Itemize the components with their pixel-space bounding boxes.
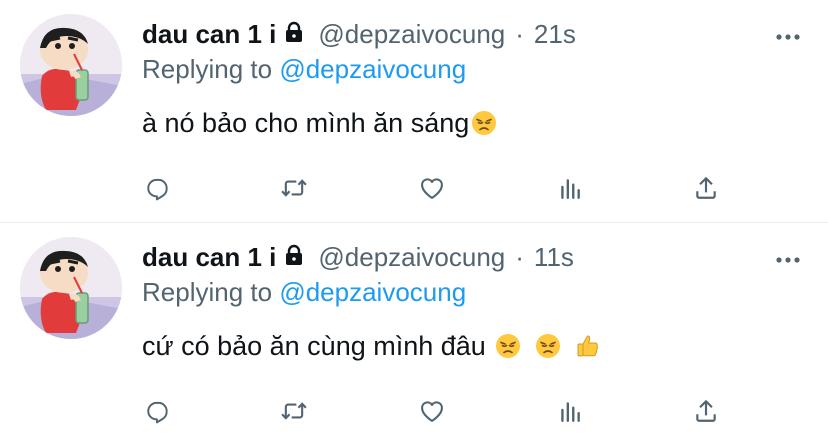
mention-link[interactable]: @depzaivocung	[279, 54, 466, 84]
replying-prefix: Replying to	[142, 54, 273, 84]
tweet-text-content: à nó bảo cho mình ăn sáng	[142, 108, 470, 138]
more-icon[interactable]	[776, 28, 800, 46]
separator: ·	[515, 241, 524, 272]
separator: ·	[515, 18, 524, 49]
more-icon[interactable]	[776, 251, 800, 269]
share-icon[interactable]	[690, 395, 722, 427]
display-name[interactable]: dau can 1 i	[142, 242, 276, 273]
lock-icon	[282, 243, 306, 272]
reply-icon[interactable]	[142, 172, 174, 204]
display-name[interactable]: dau can 1 i	[142, 19, 276, 50]
retweet-icon[interactable]	[278, 395, 310, 427]
tweet-header: dau can 1 i @depzaivocung · 11s	[142, 239, 574, 275]
tweet-header: dau can 1 i @depzaivocung · 21s	[142, 16, 576, 52]
analytics-icon[interactable]	[554, 395, 586, 427]
user-handle[interactable]: @depzaivocung	[318, 19, 505, 50]
reply-tweet[interactable]: dau can 1 i @depzaivocung · 11s Replying…	[0, 222, 828, 445]
action-bar	[140, 172, 740, 204]
analytics-icon[interactable]	[554, 172, 586, 204]
like-icon[interactable]	[416, 172, 448, 204]
replying-prefix: Replying to	[142, 277, 273, 307]
disappointed-face-emoji	[471, 110, 497, 136]
reply-tweet[interactable]: dau can 1 i @depzaivocung · 21s Replying…	[0, 0, 828, 222]
timestamp[interactable]: 11s	[534, 242, 574, 273]
replying-to: Replying to @depzaivocung	[142, 277, 466, 308]
disappointed-face-emoji	[535, 333, 561, 359]
avatar[interactable]	[20, 237, 122, 339]
mention-link[interactable]: @depzaivocung	[279, 277, 466, 307]
action-bar	[140, 395, 740, 427]
user-handle[interactable]: @depzaivocung	[318, 242, 505, 273]
replying-to: Replying to @depzaivocung	[142, 54, 466, 85]
disappointed-face-emoji	[495, 333, 521, 359]
share-icon[interactable]	[690, 172, 722, 204]
reply-icon[interactable]	[142, 395, 174, 427]
thumbs-up-emoji	[575, 333, 601, 359]
retweet-icon[interactable]	[278, 172, 310, 204]
tweet-text-content: cứ có bảo ăn cùng mình đâu	[142, 331, 486, 361]
lock-icon	[282, 20, 306, 49]
avatar[interactable]	[20, 14, 122, 116]
timestamp[interactable]: 21s	[534, 19, 576, 50]
tweet-text: à nó bảo cho mình ăn sáng	[142, 108, 497, 139]
like-icon[interactable]	[416, 395, 448, 427]
tweet-text: cứ có bảo ăn cùng mình đâu	[142, 331, 601, 362]
